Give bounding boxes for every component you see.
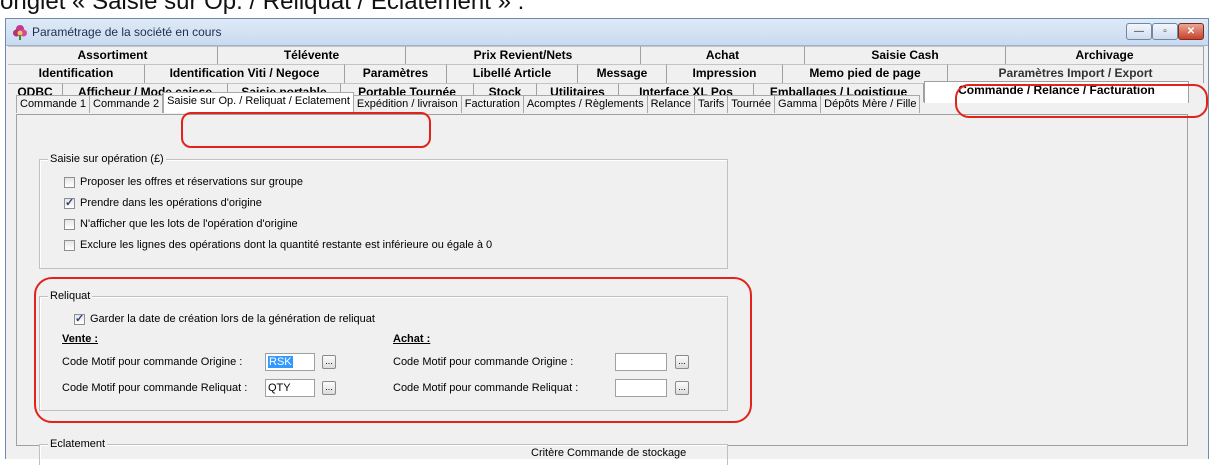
eclatement-group: Eclatement Critère Commande de stockage [39,438,728,465]
option-proposer-offres[interactable]: Proposer les offres et réservations sur … [64,176,303,188]
checkbox-label: Proposer les offres et réservations sur … [80,176,303,188]
subtab-acomptes[interactable]: Acomptes / Règlements [523,95,648,113]
highlight-active-subtab [181,112,431,148]
app-flower-icon [13,25,27,40]
minimize-button[interactable]: — [1126,23,1152,40]
saisie-operation-group: Saisie sur opération (£) Proposer les of… [39,153,728,269]
checkbox-label: Prendre dans les opérations d'origine [80,197,262,209]
window-title: Paramétrage de la société en cours [32,25,222,39]
tab-row-1: Assortiment Télévente Prix Revient/Nets … [8,46,1206,65]
subtab-gamma[interactable]: Gamma [775,95,822,113]
tab-message[interactable]: Message [578,64,667,83]
tab-achat[interactable]: Achat [641,46,805,65]
tab-parametres[interactable]: Paramètres [345,64,447,83]
tab-televente[interactable]: Télévente [218,46,406,65]
subtab-tarifs[interactable]: Tarifs [694,95,729,113]
critere-stockage-label: Critère Commande de stockage [531,447,687,459]
maximize-button[interactable]: ▫ [1152,23,1178,40]
subtab-expedition[interactable]: Expédition / livraison [353,95,462,113]
subtab-relance[interactable]: Relance [647,95,695,113]
checkbox[interactable] [64,196,75,209]
checkbox[interactable] [64,218,75,230]
option-prendre-operations[interactable]: Prendre dans les opérations d'origine [64,196,262,209]
checkbox-label: N'afficher que les lots de l'opération d… [80,218,298,230]
subtab-commande-2[interactable]: Commande 2 [90,95,164,113]
tab-identification-viti[interactable]: Identification Viti / Negoce [145,64,345,83]
eclatement-group-title: Eclatement [48,438,108,450]
highlight-reliquat-group [34,277,752,423]
checkbox[interactable] [64,239,75,251]
highlight-active-tab [955,84,1208,118]
saisie-group-title: Saisie sur opération (£) [48,153,166,165]
tab-archivage[interactable]: Archivage [1006,46,1204,65]
subtab-saisie-reliquat[interactable]: Saisie sur Op. / Reliquat / Eclatement [163,92,354,113]
subtab-commande-1[interactable]: Commande 1 [16,95,91,113]
option-exclure-lignes[interactable]: Exclure les lignes des opérations dont l… [64,239,492,251]
tab-impression[interactable]: Impression [667,64,783,83]
subtab-facturation[interactable]: Facturation [461,95,524,113]
tab-libelle-article[interactable]: Libellé Article [447,64,578,83]
option-afficher-lots[interactable]: N'afficher que les lots de l'opération d… [64,218,298,230]
close-button[interactable]: ✕ [1178,23,1204,40]
subtab-row: Commande 1 Commande 2 Saisie sur Op. / R… [16,92,921,115]
tab-assortiment[interactable]: Assortiment [8,46,218,65]
checkbox-label: Exclure les lignes des opérations dont l… [80,239,493,251]
document-caption: onglet « Saisie sur Op. / Reliquat / Ecl… [0,0,525,15]
tab-saisie-cash[interactable]: Saisie Cash [805,46,1006,65]
tab-identification[interactable]: Identification [8,64,145,83]
tab-prix-revient[interactable]: Prix Revient/Nets [406,46,641,65]
title-bar: Paramétrage de la société en cours — ▫ ✕ [6,19,1208,46]
checkbox[interactable] [64,176,75,188]
subtab-tournee[interactable]: Tournée [728,95,776,113]
subtab-depots[interactable]: Dépôts Mère / Fille [821,95,921,113]
